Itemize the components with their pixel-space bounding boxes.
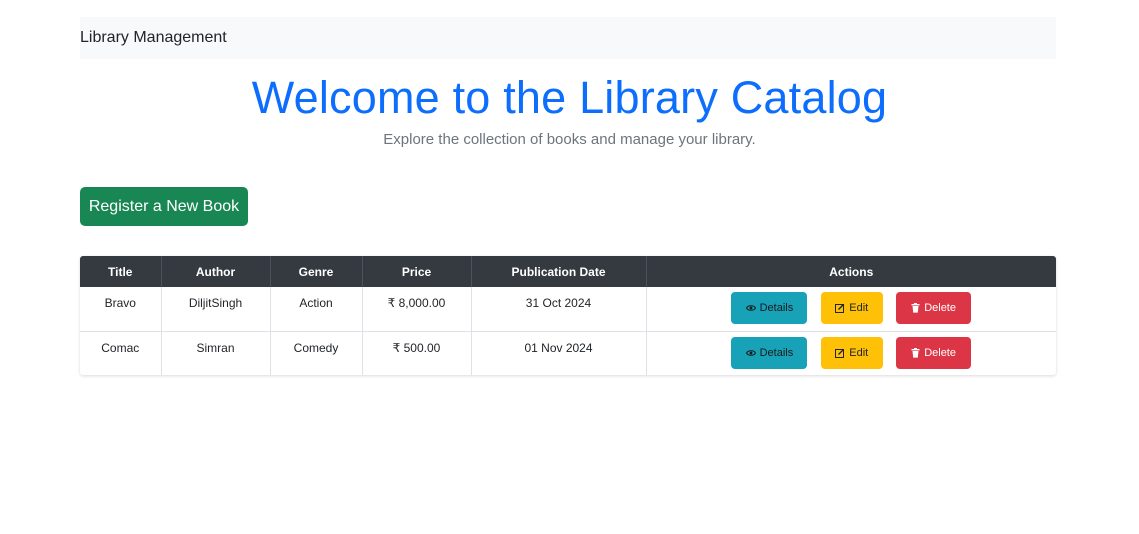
edit-label: Edit xyxy=(849,346,869,359)
eye-icon xyxy=(745,304,756,312)
register-book-button[interactable]: Register a New Book xyxy=(80,187,248,226)
cell-publication-date: 01 Nov 2024 xyxy=(471,330,647,375)
edit-button[interactable]: Edit xyxy=(820,336,883,369)
books-table: Title Author Genre Price Publication Dat… xyxy=(80,256,1056,375)
edit-label: Edit xyxy=(849,302,869,314)
cell-actions: Details Edit Delete xyxy=(646,330,1056,375)
cell-price: ₹ 500.00 xyxy=(362,330,472,375)
details-button[interactable]: Details xyxy=(731,292,808,324)
details-button[interactable]: Details xyxy=(731,336,808,369)
header-publication-date: Publication Date xyxy=(471,256,647,287)
table-header-row: Title Author Genre Price Publication Dat… xyxy=(80,256,1056,287)
books-table-container: Title Author Genre Price Publication Dat… xyxy=(80,256,1056,375)
details-label: Details xyxy=(759,302,794,314)
navbar: Library Management xyxy=(80,17,1056,59)
table-row: Bravo DiljitSingh Action ₹ 8,000.00 31 O… xyxy=(80,287,1056,331)
header-title: Title xyxy=(80,256,162,287)
cell-genre: Comedy xyxy=(270,330,363,375)
cell-author: Simran xyxy=(161,330,271,375)
edit-icon xyxy=(835,303,845,313)
table-row: Comac Simran Comedy ₹ 500.00 01 Nov 2024… xyxy=(80,330,1056,375)
cell-author: DiljitSingh xyxy=(161,287,271,331)
cell-actions: Details Edit Delete xyxy=(646,287,1056,331)
header-price: Price xyxy=(362,256,472,287)
cell-title: Bravo xyxy=(80,287,162,331)
trash-icon xyxy=(911,303,920,313)
cell-genre: Action xyxy=(270,287,363,331)
delete-label: Delete xyxy=(924,346,956,359)
edit-button[interactable]: Edit xyxy=(820,292,883,324)
cell-title: Comac xyxy=(80,330,162,375)
page-subtitle: Explore the collection of books and mana… xyxy=(383,131,756,148)
trash-icon xyxy=(911,347,920,358)
edit-icon xyxy=(835,348,845,358)
header-author: Author xyxy=(161,256,271,287)
delete-label: Delete xyxy=(924,302,956,314)
details-label: Details xyxy=(759,346,794,359)
header-actions: Actions xyxy=(646,256,1056,287)
delete-button[interactable]: Delete xyxy=(896,292,972,324)
page-title: Welcome to the Library Catalog xyxy=(251,72,888,123)
eye-icon xyxy=(745,349,756,357)
cell-publication-date: 31 Oct 2024 xyxy=(471,287,647,331)
cell-price: ₹ 8,000.00 xyxy=(362,287,472,331)
header-genre: Genre xyxy=(270,256,363,287)
navbar-brand[interactable]: Library Management xyxy=(80,29,227,47)
delete-button[interactable]: Delete xyxy=(896,336,972,369)
